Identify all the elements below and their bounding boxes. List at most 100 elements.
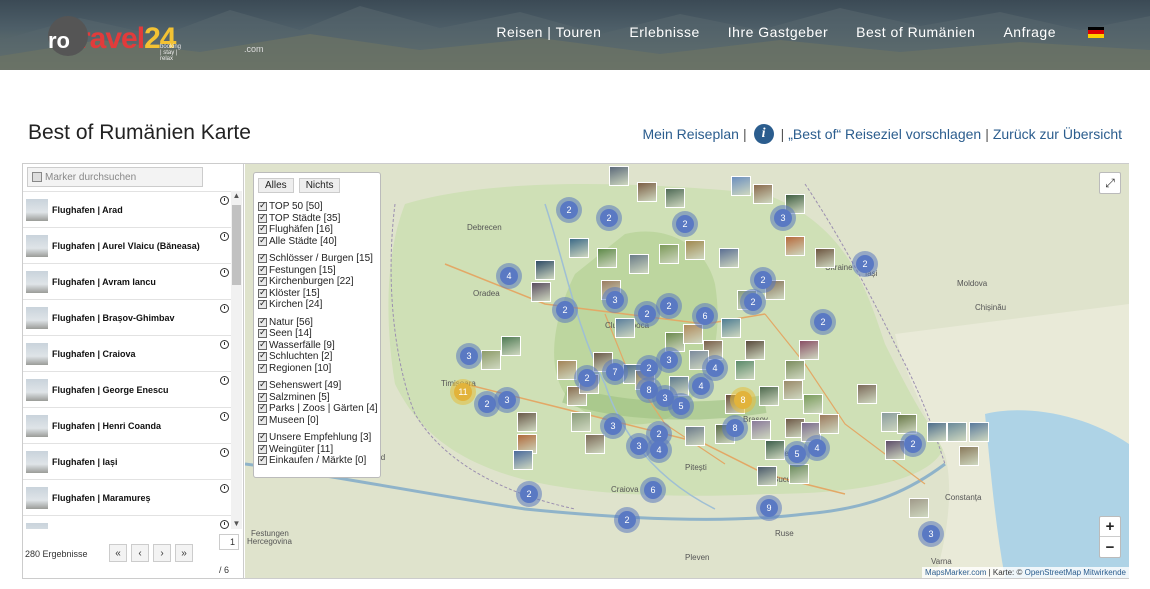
select-none-button[interactable]: Nichts [298,178,341,193]
checkbox[interactable] [258,212,267,223]
clock-icon[interactable] [220,484,229,493]
photo-marker[interactable] [789,464,809,484]
marker-cluster[interactable]: 2 [900,431,926,457]
checkbox[interactable] [258,339,267,350]
clock-icon[interactable] [220,520,229,529]
list-item[interactable]: Flughafen | George Enescu [23,371,231,407]
checkbox[interactable] [258,350,267,362]
layer-row[interactable]: Alle Städte [40] [258,235,376,248]
photo-marker[interactable] [501,336,521,356]
photo-marker[interactable] [803,394,823,414]
marker-cluster[interactable]: 3 [656,347,682,373]
layer-row[interactable]: Unsere Empfehlung [3] [258,431,376,444]
photo-marker[interactable] [799,340,819,360]
photo-marker[interactable] [685,240,705,260]
layer-row[interactable]: Parks | Zoos | Gärten [4] [258,402,378,415]
marker-cluster[interactable]: 5 [668,393,694,419]
photo-marker[interactable] [947,422,967,442]
photo-marker[interactable] [735,360,755,380]
photo-marker[interactable] [615,318,635,338]
checkbox[interactable] [258,454,267,466]
photo-marker[interactable] [585,434,605,454]
photo-marker[interactable] [629,254,649,274]
marker-cluster[interactable]: 9 [756,495,782,521]
marker-cluster[interactable]: 2 [516,481,542,507]
photo-marker[interactable] [571,412,591,432]
layer-row[interactable]: Salzminen [5] [258,391,376,404]
marker-cluster[interactable]: 6 [692,303,718,329]
photo-marker[interactable] [959,446,979,466]
clock-icon[interactable] [220,196,229,205]
checkbox[interactable] [258,316,267,327]
layer-row[interactable]: Flughäfen [16] [258,223,376,236]
photo-marker[interactable] [685,426,705,446]
marker-cluster[interactable]: 3 [494,387,520,413]
nav-best-of[interactable]: Best of Rumänien [856,24,975,40]
layer-row[interactable]: Klöster [15] [258,287,376,300]
last-page-button[interactable]: » [175,544,193,562]
back-link[interactable]: Zurück zur Übersicht [993,126,1122,142]
layer-row[interactable]: TOP Städte [35] [258,212,376,225]
checkbox[interactable] [258,391,267,402]
checkbox[interactable] [258,379,267,391]
photo-marker[interactable] [721,318,741,338]
list-item[interactable]: Flughafen | Brașov-Ghimbav [23,299,231,335]
checkbox[interactable] [258,223,267,235]
list-item[interactable]: Flughafen | Avram Iancu [23,263,231,299]
photo-marker[interactable] [637,182,657,202]
clock-icon[interactable] [220,304,229,313]
select-all-button[interactable]: Alles [258,178,294,193]
osm-link[interactable]: OpenStreetMap Mitwirkende [1025,568,1126,577]
list-item[interactable]: Flughafen | Arad [23,191,231,227]
photo-marker[interactable] [783,380,803,400]
marker-cluster[interactable]: 2 [614,507,640,533]
photo-marker[interactable] [517,412,537,432]
page-number-input[interactable]: 1 [219,534,239,550]
checkbox[interactable] [258,264,267,275]
photo-marker[interactable] [531,282,551,302]
marker-cluster[interactable]: 2 [574,365,600,391]
clock-icon[interactable] [220,268,229,277]
prev-page-button[interactable]: ‹ [131,544,149,562]
photo-marker[interactable] [535,260,555,280]
info-icon[interactable]: i [753,124,774,144]
checkbox[interactable] [258,287,267,298]
checkbox[interactable] [258,362,267,373]
list-scrollbar[interactable]: ▲ ▼ [231,191,242,529]
photo-marker[interactable] [659,244,679,264]
layer-row[interactable]: Sehenswert [49] [258,379,376,392]
photo-marker[interactable] [481,350,501,370]
checkbox[interactable] [258,275,267,287]
marker-cluster[interactable]: 2 [672,211,698,237]
next-page-button[interactable]: › [153,544,171,562]
checkbox[interactable] [258,252,267,264]
marker-cluster[interactable]: 4 [646,437,672,463]
layer-row[interactable]: Schluchten [2] [258,350,376,363]
clock-icon[interactable] [220,448,229,457]
photo-marker[interactable] [757,466,777,486]
marker-cluster[interactable]: 4 [688,373,714,399]
photo-marker[interactable] [815,248,835,268]
layer-row[interactable]: Schlösser / Burgen [15] [258,252,376,265]
marker-cluster[interactable]: 3 [456,343,482,369]
photo-marker[interactable] [597,248,617,268]
checkbox[interactable] [258,200,267,212]
zoom-in-button[interactable]: + [1100,517,1120,537]
marker-cluster[interactable]: 2 [852,251,878,277]
photo-marker[interactable] [765,440,785,460]
layer-row[interactable]: Kirchenburgen [22] [258,275,376,288]
layer-row[interactable]: Einkaufen / Märkte [0] [258,454,376,467]
photo-marker[interactable] [751,420,771,440]
layer-row[interactable]: Regionen [10] [258,362,376,375]
mapsmarker-link[interactable]: MapsMarker.com [925,568,986,577]
suggest-link[interactable]: „Best of“ Reiseziel vorschlagen [788,126,981,142]
photo-marker[interactable] [513,450,533,470]
checkbox[interactable] [258,327,267,339]
marker-search-input[interactable]: Marker durchsuchen [27,167,203,187]
list-item[interactable]: Flughafen | Iași [23,443,231,479]
clock-icon[interactable] [220,340,229,349]
layer-row[interactable]: Natur [56] [258,316,376,329]
photo-marker[interactable] [609,166,629,186]
marker-cluster[interactable]: 2 [596,205,622,231]
clock-icon[interactable] [220,376,229,385]
